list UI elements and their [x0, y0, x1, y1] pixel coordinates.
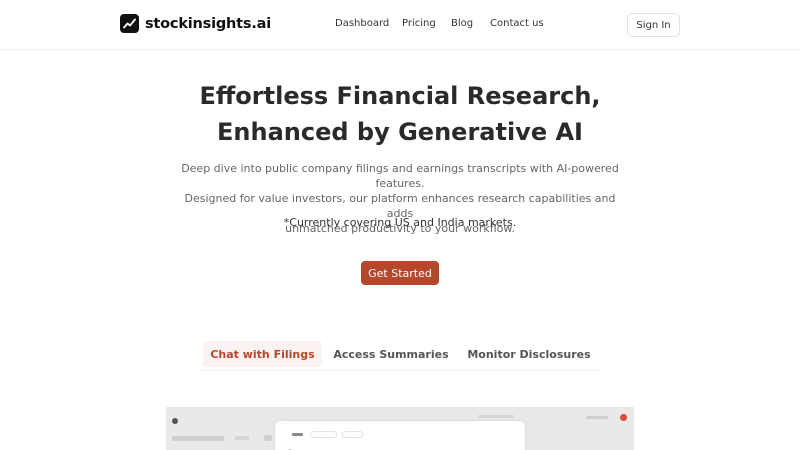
feature-tabs: Chat with Filings Access Summaries Monit… — [199, 339, 601, 371]
preview-sidebar-item — [264, 435, 272, 441]
market-coverage-note: *Currently covering US and India markets… — [283, 216, 517, 229]
nav-link-contact[interactable]: Contact us — [490, 18, 544, 29]
hero-title: Effortless Financial Research, Enhanced … — [0, 78, 800, 150]
preview-sidebar-item — [172, 436, 224, 441]
preview-card-chip — [310, 431, 337, 438]
nav-link-blog[interactable]: Blog — [451, 18, 473, 29]
get-started-button[interactable]: Get Started — [361, 261, 439, 285]
app-preview-screenshot — [166, 407, 634, 450]
hero-title-line2: Enhanced by Generative AI — [217, 118, 583, 146]
hero-title-line1: Effortless Financial Research, — [199, 82, 601, 110]
preview-chat-card — [275, 421, 525, 450]
brand-link[interactable]: stockinsights.ai — [120, 14, 271, 33]
preview-sidebar-item — [235, 436, 249, 440]
preview-card-label — [292, 433, 303, 436]
tab-chat-with-filings[interactable]: Chat with Filings — [203, 341, 322, 367]
trend-line-icon — [120, 14, 139, 33]
nav-link-pricing[interactable]: Pricing — [402, 18, 436, 29]
preview-notification-dot — [620, 414, 627, 421]
tab-monitor-disclosures[interactable]: Monitor Disclosures — [464, 341, 594, 367]
hero-description-line1: Deep dive into public company filings an… — [181, 162, 619, 190]
sign-in-button[interactable]: Sign In — [627, 13, 680, 37]
preview-toolbar-item — [586, 416, 608, 419]
site-header: stockinsights.ai Dashboard Pricing Blog … — [0, 0, 800, 50]
tab-access-summaries[interactable]: Access Summaries — [332, 341, 450, 367]
preview-logo-mark — [172, 418, 178, 424]
nav-link-dashboard[interactable]: Dashboard — [335, 18, 389, 29]
preview-toolbar-item — [478, 415, 514, 418]
preview-card-chip — [342, 431, 363, 438]
brand-name: stockinsights.ai — [145, 15, 271, 32]
